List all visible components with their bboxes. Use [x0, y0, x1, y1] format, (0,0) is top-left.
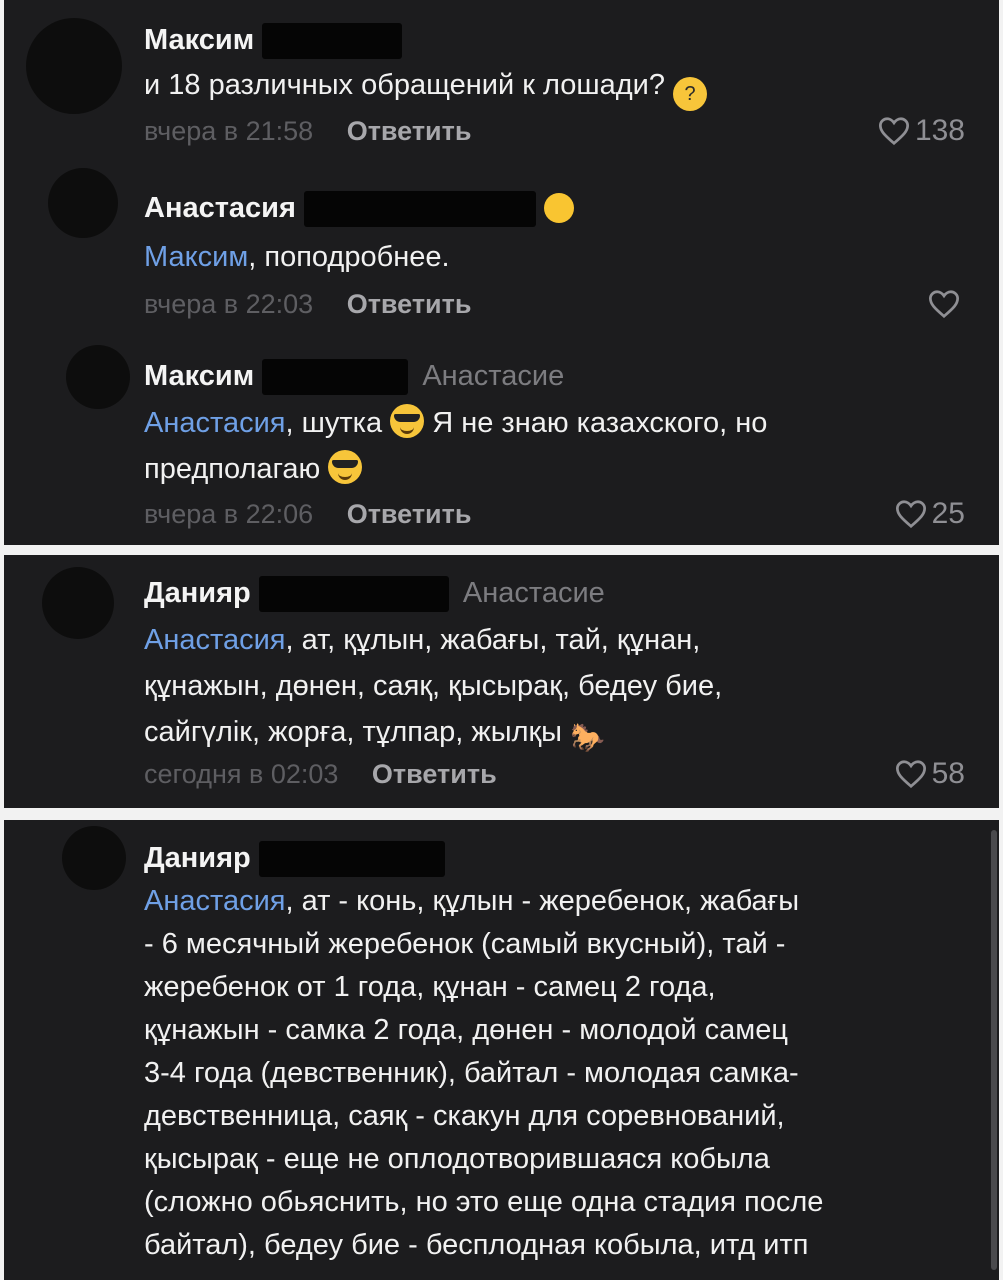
horse-icon: 🐎 — [570, 722, 605, 753]
author-name[interactable]: Анастасия — [144, 192, 296, 224]
mention-link[interactable]: Анастасия — [144, 885, 285, 917]
avatar[interactable] — [42, 567, 114, 639]
comment-panel: Максим и 18 различных обращений к лошади… — [4, 0, 999, 545]
mention-link[interactable]: Максим — [144, 241, 248, 273]
comment-text-content: , ат - конь, құлын - жеребенок, жабағы — [285, 885, 800, 917]
comment-text: Анастасия, ат - конь, құлын - жеребенок,… — [144, 880, 823, 1267]
timestamp: вчера в 21:58 — [144, 116, 314, 146]
text-line: жеребенок от 1 года, құнан - самец 2 год… — [144, 971, 716, 1003]
like-count: 138 — [914, 114, 965, 147]
redacted-surname — [258, 576, 449, 613]
comment-text-content: , шутка — [285, 407, 383, 439]
comment-meta: вчера в 22:06 Ответить — [144, 497, 471, 531]
like-button[interactable]: 138 — [877, 114, 965, 148]
text-line: құнажын - самка 2 года, дөнен - молодой … — [144, 1014, 788, 1046]
author-name[interactable]: Максим — [144, 24, 254, 56]
mention-link[interactable]: Анастасия — [144, 407, 285, 439]
comment-text: Анастасия, шутка Я не знаю казахского, н… — [144, 400, 767, 492]
reply-button[interactable]: Ответить — [372, 759, 497, 789]
text-line: девственница, саяқ - скакун для соревнов… — [144, 1100, 785, 1132]
text-line: предполагаю — [144, 446, 767, 492]
text-line: қысырақ - еще не оплодотворившаяся кобыл… — [144, 1143, 770, 1175]
timestamp: вчера в 22:06 — [144, 499, 314, 529]
comment-text-content: , поподробнее. — [248, 241, 450, 273]
redacted-surname — [262, 359, 409, 396]
redacted-surname — [262, 23, 403, 60]
text-line: байтал), бедеу бие - бесплодная кобыла, … — [144, 1229, 809, 1261]
scrollbar[interactable] — [991, 830, 997, 1270]
comment-author[interactable]: Максим Анастасие — [144, 358, 565, 396]
timestamp: сегодня в 02:03 — [144, 759, 339, 789]
comment-text: Максим, поподробнее. — [144, 234, 450, 280]
reply-button[interactable]: Ответить — [347, 499, 472, 529]
avatar[interactable] — [26, 18, 122, 114]
smiling-face-with-sunglasses-icon — [328, 450, 363, 484]
comment-panel: Данияр Анастасие Анастасия, ат, құлын, ж… — [4, 555, 999, 808]
comment-text: и 18 различных обращений к лошади? ? — [144, 62, 708, 111]
author-name[interactable]: Данияр — [144, 577, 251, 609]
redacted-surname — [258, 841, 445, 878]
like-count: 25 — [931, 497, 965, 530]
comment-text-content: и 18 различных обращений к лошади? — [144, 69, 666, 101]
text-line: 3-4 года (девственник), байтал - молодая… — [144, 1057, 799, 1089]
heart-icon — [895, 500, 926, 529]
timestamp: вчера в 22:03 — [144, 289, 314, 319]
chick-icon — [544, 193, 575, 223]
author-name[interactable]: Максим — [144, 360, 254, 392]
text-line: Анастасия, ат, құлын, жабағы, тай, құнан… — [144, 617, 722, 663]
avatar[interactable] — [66, 345, 130, 409]
text-line: Анастасия, шутка Я не знаю казахского, н… — [144, 400, 767, 446]
mention-link[interactable]: Анастасия — [144, 624, 285, 656]
text-line: (сложно обьяснить, но это еще одна стади… — [144, 1186, 824, 1218]
reply-to-label: Анастасие — [422, 360, 565, 392]
smiling-face-with-sunglasses-icon — [390, 404, 425, 438]
text-line: сайгүлік, жорға, тұлпар, жылқы 🐎 — [144, 709, 722, 755]
comment-meta: вчера в 22:03 Ответить — [144, 287, 471, 321]
avatar[interactable] — [48, 168, 118, 238]
author-name[interactable]: Данияр — [144, 842, 251, 874]
comment-text: Анастасия, ат, құлын, жабағы, тай, құнан… — [144, 617, 722, 755]
heart-icon — [928, 290, 960, 319]
heart-icon — [895, 760, 926, 789]
comment-meta: вчера в 21:58 Ответить — [144, 114, 471, 148]
comment-text-content: сайгүлік, жорға, тұлпар, жылқы — [144, 716, 563, 748]
text-line: құнажын, дөнен, саяқ, қысырақ, бедеу бие… — [144, 670, 723, 702]
text-line: Анастасия, ат - конь, құлын - жеребенок,… — [144, 880, 823, 923]
like-button[interactable]: 58 — [894, 757, 965, 791]
reply-button[interactable]: Ответить — [347, 289, 472, 319]
comment-author[interactable]: Данияр — [144, 840, 445, 878]
text-line: - 6 месячный жеребенок (самый вкусный), … — [144, 928, 786, 960]
like-count: 58 — [931, 757, 965, 790]
comment-author[interactable]: Анастасия — [144, 190, 575, 228]
avatar[interactable] — [62, 826, 126, 890]
comment-text-content: Я не знаю казахского, но — [432, 407, 768, 439]
comment-text-content: , ат, құлын, жабағы, тай, құнан, — [285, 624, 701, 656]
comment-text-content: предполагаю — [144, 453, 321, 485]
comment-author[interactable]: Данияр Анастасие — [144, 575, 605, 613]
like-button[interactable] — [927, 287, 965, 321]
heart-icon — [878, 117, 909, 146]
reply-button[interactable]: Ответить — [347, 116, 472, 146]
thinking-face-icon: ? — [673, 77, 708, 111]
reply-to-label: Анастасие — [462, 577, 605, 609]
comment-meta: сегодня в 02:03 Ответить — [144, 757, 497, 791]
comment-panel: Данияр Анастасия, ат - конь, құлын - жер… — [4, 820, 999, 1280]
like-button[interactable]: 25 — [894, 497, 965, 531]
redacted-surname — [304, 191, 536, 228]
comment-author[interactable]: Максим — [144, 22, 403, 60]
